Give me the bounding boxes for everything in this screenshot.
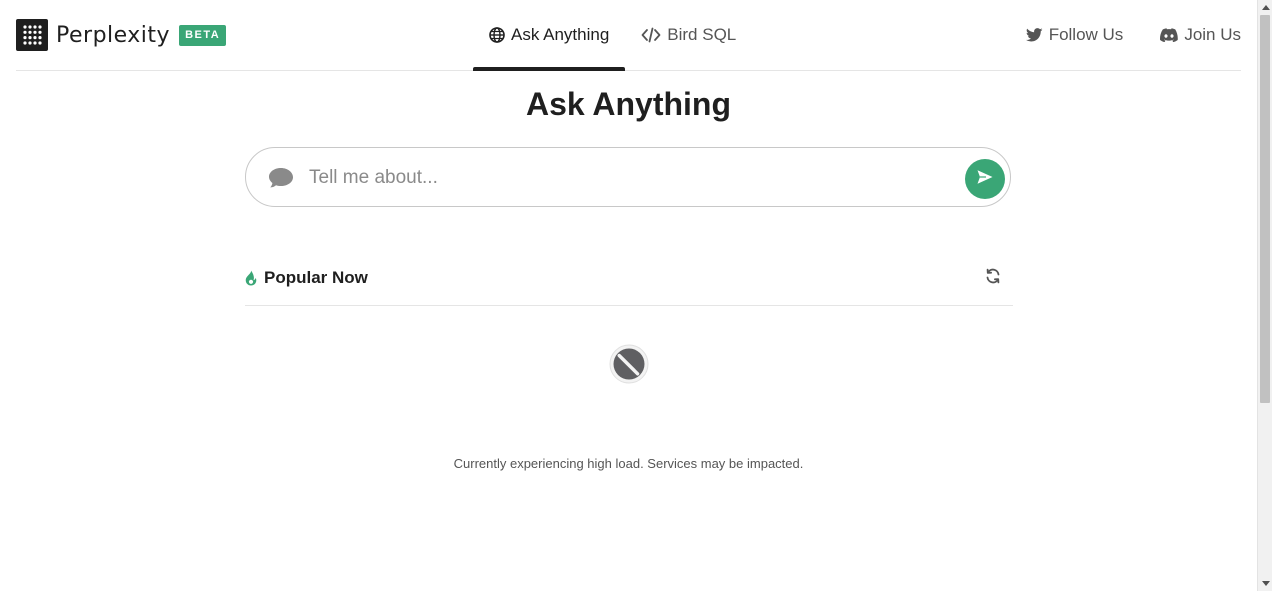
twitter-icon bbox=[1025, 28, 1043, 42]
vertical-scrollbar[interactable] bbox=[1257, 0, 1272, 591]
scrollbar-thumb[interactable] bbox=[1260, 15, 1270, 403]
follow-us-link[interactable]: Follow Us bbox=[1025, 25, 1124, 45]
discord-icon bbox=[1160, 28, 1179, 42]
scroll-up-arrow-icon[interactable] bbox=[1258, 0, 1272, 15]
join-us-label: Join Us bbox=[1184, 25, 1241, 44]
follow-us-label: Follow Us bbox=[1048, 25, 1124, 44]
tab-label: Ask Anything bbox=[511, 25, 610, 44]
brand-logo[interactable]: Perplexity BETA bbox=[16, 19, 227, 51]
fire-icon bbox=[245, 270, 257, 291]
page-title: Ask Anything bbox=[525, 86, 732, 122]
submit-button[interactable] bbox=[965, 159, 1005, 199]
search-box bbox=[245, 147, 1011, 207]
refresh-icon[interactable] bbox=[985, 268, 1001, 289]
send-arrow-icon bbox=[976, 169, 994, 190]
tab-label: Bird SQL bbox=[667, 25, 737, 44]
beta-badge: BETA bbox=[179, 24, 227, 46]
main-tabs: Ask Anything Bird SQL bbox=[473, 0, 752, 71]
search-input[interactable] bbox=[307, 162, 951, 194]
code-icon bbox=[641, 27, 661, 43]
popular-now-label: Popular Now bbox=[264, 268, 368, 287]
loading-spinner-icon bbox=[609, 344, 649, 384]
page: Perplexity BETA Ask Anything Bird SQL Fo… bbox=[0, 0, 1257, 591]
social-links: Follow Us Join Us bbox=[989, 0, 1241, 70]
top-navbar: Perplexity BETA Ask Anything Bird SQL Fo… bbox=[16, 0, 1241, 71]
globe-icon bbox=[489, 27, 505, 43]
chat-bubble-icon bbox=[268, 167, 294, 194]
grid-dots-logo-icon bbox=[16, 19, 48, 51]
brand-name: Perplexity bbox=[56, 22, 171, 48]
high-load-notice: Currently experiencing high load. Servic… bbox=[453, 456, 804, 471]
tab-ask-anything[interactable]: Ask Anything bbox=[473, 0, 626, 71]
join-us-link[interactable]: Join Us bbox=[1160, 25, 1241, 45]
tab-bird-sql[interactable]: Bird SQL bbox=[625, 0, 752, 70]
popular-now-header: Popular Now bbox=[245, 258, 1013, 306]
scroll-down-arrow-icon[interactable] bbox=[1258, 576, 1272, 591]
